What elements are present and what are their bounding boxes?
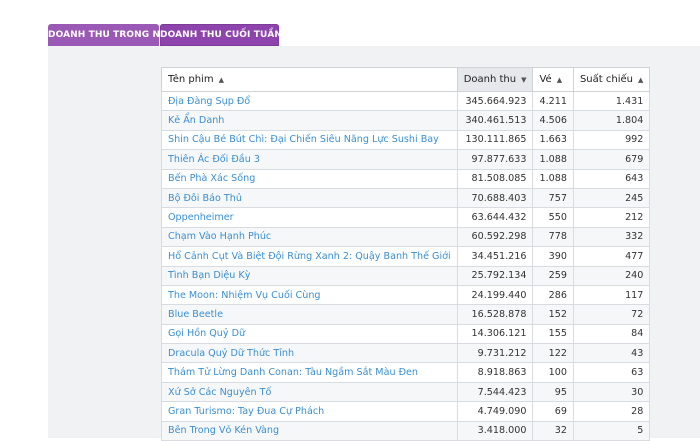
- revenue-table: Tên phim ▲ Doanh thu ▼ Vé ▲ Suất chiếu ▲ Địa…: [161, 67, 651, 441]
- tickets-cell: 390: [532, 246, 574, 267]
- table-row: Thám Tử Lừng Danh Conan: Tàu Ngầm Sắt Mà…: [161, 362, 651, 383]
- column-header-title[interactable]: Tên phim ▲: [161, 67, 458, 92]
- tickets-cell: 4.211: [532, 90, 574, 112]
- column-header-showtimes[interactable]: Suất chiếu ▲: [572, 67, 651, 92]
- revenue-cell: 8.918.863: [456, 362, 534, 383]
- revenue-cell: 340.461.513: [456, 110, 534, 131]
- movie-title-link[interactable]: The Moon: Nhiệm Vụ Cuối Cùng: [161, 284, 458, 306]
- sort-asc-icon: ▲: [637, 76, 644, 84]
- showtimes-cell: 240: [572, 265, 651, 286]
- table-row: Xứ Sở Các Nguyên Tố 7.544.423 95 30: [161, 381, 651, 403]
- movie-title-link[interactable]: Kẻ Ẩn Danh: [161, 110, 458, 131]
- sort-asc-icon: ▲: [218, 76, 224, 84]
- tickets-cell: 100: [532, 362, 574, 383]
- table-body: Địa Đàng Sụp Đổ 345.664.923 4.211 1.431 Kẻ Ẩ…: [161, 90, 651, 441]
- revenue-cell: 4.749.090: [456, 401, 534, 422]
- table-row: Thiên Ác Đối Đầu 3 97.877.633 1.088 679: [161, 149, 651, 170]
- tab-bar: DOANH THU TRONG NGÀY DOANH THU CUỐI TUẦN: [48, 24, 282, 46]
- revenue-cell: 25.792.134: [456, 265, 534, 286]
- revenue-cell: 9.731.212: [456, 343, 534, 364]
- table-row: Kẻ Ẩn Danh 340.461.513 4.506 1.804: [161, 110, 651, 131]
- table-row: Oppenheimer 63.644.432 550 212: [161, 207, 651, 228]
- revenue-cell: 345.664.923: [456, 90, 534, 112]
- movie-title-link[interactable]: Tình Bạn Diệu Kỳ: [161, 265, 458, 286]
- showtimes-cell: 28: [572, 401, 651, 422]
- showtimes-cell: 1.431: [572, 90, 651, 112]
- revenue-cell: 130.111.865: [456, 129, 534, 151]
- movie-title-link[interactable]: Chạm Vào Hạnh Phúc: [161, 226, 458, 248]
- revenue-cell: 97.877.633: [456, 149, 534, 170]
- revenue-cell: 63.644.432: [456, 207, 534, 228]
- sort-asc-icon: ▲: [556, 76, 563, 84]
- showtimes-cell: 679: [572, 149, 651, 170]
- tickets-cell: 259: [532, 265, 574, 286]
- table-row: Chạm Vào Hạnh Phúc 60.592.298 778 332: [161, 226, 651, 248]
- showtimes-cell: 643: [572, 168, 651, 189]
- movie-title-link[interactable]: Oppenheimer: [161, 207, 458, 228]
- tickets-cell: 155: [532, 323, 574, 345]
- revenue-cell: 34.451.216: [456, 246, 534, 267]
- movie-title-link[interactable]: Bộ Đôi Báo Thủ: [161, 187, 458, 209]
- movie-title-link[interactable]: Dracula Quỷ Dữ Thức Tỉnh: [161, 343, 458, 364]
- table-row: Gọi Hồn Quỷ Dữ 14.306.121 155 84: [161, 323, 651, 345]
- revenue-cell: 14.306.121: [456, 323, 534, 345]
- showtimes-cell: 245: [572, 187, 651, 209]
- movie-title-link[interactable]: Xứ Sở Các Nguyên Tố: [161, 381, 458, 403]
- movie-title-link[interactable]: Địa Đàng Sụp Đổ: [161, 90, 458, 112]
- revenue-cell: 70.688.403: [456, 187, 534, 209]
- tickets-cell: 757: [532, 187, 574, 209]
- table-row: Tình Bạn Diệu Kỳ 25.792.134 259 240: [161, 265, 651, 286]
- movie-title-link[interactable]: Shin Cậu Bé Bút Chì: Đại Chiến Siêu Năng…: [161, 129, 458, 151]
- tab-daily-revenue[interactable]: DOANH THU TRONG NGÀY: [48, 24, 180, 46]
- showtimes-cell: 72: [572, 304, 651, 325]
- showtimes-cell: 30: [572, 381, 651, 403]
- tickets-cell: 4.506: [532, 110, 574, 131]
- tickets-cell: 1.088: [532, 149, 574, 170]
- tab-weekend-revenue[interactable]: DOANH THU CUỐI TUẦN: [160, 24, 282, 46]
- movie-title-link[interactable]: Bến Phà Xác Sống: [161, 168, 458, 189]
- tickets-cell: 286: [532, 284, 574, 306]
- table-row: The Moon: Nhiệm Vụ Cuối Cùng 24.199.440 28…: [161, 284, 651, 306]
- table-row: Blue Beetle 16.528.878 152 72: [161, 304, 651, 325]
- revenue-cell: 7.544.423: [456, 381, 534, 403]
- column-header-tickets[interactable]: Vé ▲: [532, 67, 574, 92]
- table-row: Dracula Quỷ Dữ Thức Tỉnh 9.731.212 122 43: [161, 343, 651, 364]
- showtimes-cell: 84: [572, 323, 651, 345]
- revenue-cell: 60.592.298: [456, 226, 534, 248]
- showtimes-cell: 43: [572, 343, 651, 364]
- table-row: Gran Turismo: Tay Đua Cự Phách 4.749.090 6…: [161, 401, 651, 422]
- table-header-row: Tên phim ▲ Doanh thu ▼ Vé ▲ Suất chiếu ▲: [161, 67, 651, 92]
- table-row: Shin Cậu Bé Bút Chì: Đại Chiến Siêu Năng…: [161, 129, 651, 151]
- revenue-cell: 81.508.085: [456, 168, 534, 189]
- showtimes-cell: 117: [572, 284, 651, 306]
- sort-desc-icon: ▼: [521, 76, 527, 84]
- table-row: Hổ Cảnh Cụt Và Biệt Đội Rừng Xanh 2: Quậ…: [161, 246, 651, 267]
- showtimes-cell: 1.804: [572, 110, 651, 131]
- tickets-cell: 1.088: [532, 168, 574, 189]
- showtimes-cell: 477: [572, 246, 651, 267]
- movie-title-link[interactable]: Thám Tử Lừng Danh Conan: Tàu Ngầm Sắt Mà…: [161, 362, 458, 383]
- revenue-cell: 24.199.440: [456, 284, 534, 306]
- tickets-cell: 152: [532, 304, 574, 325]
- showtimes-cell: 212: [572, 207, 651, 228]
- tickets-cell: 778: [532, 226, 574, 248]
- column-header-revenue[interactable]: Doanh thu ▼: [456, 67, 534, 92]
- tickets-cell: 95: [532, 381, 574, 403]
- tickets-cell: 122: [532, 343, 574, 364]
- tickets-cell: 69: [532, 401, 574, 422]
- table-row: Địa Đàng Sụp Đổ 345.664.923 4.211 1.431: [161, 90, 651, 112]
- table-row: Bộ Đôi Báo Thủ 70.688.403 757 245: [161, 187, 651, 209]
- movie-title-link[interactable]: Hổ Cảnh Cụt Và Biệt Đội Rừng Xanh 2: Quậ…: [161, 246, 458, 267]
- movie-title-link[interactable]: Blue Beetle: [161, 304, 458, 325]
- movie-title-link[interactable]: Thiên Ác Đối Đầu 3: [161, 149, 458, 170]
- movie-title-link[interactable]: Gran Turismo: Tay Đua Cự Phách: [161, 401, 458, 422]
- table-row: Bến Phà Xác Sống 81.508.085 1.088 643: [161, 168, 651, 189]
- movie-title-link[interactable]: Gọi Hồn Quỷ Dữ: [161, 323, 458, 345]
- showtimes-cell: 332: [572, 226, 651, 248]
- tickets-cell: 1.663: [532, 129, 574, 151]
- tickets-cell: 550: [532, 207, 574, 228]
- showtimes-cell: 63: [572, 362, 651, 383]
- showtimes-cell: 992: [572, 129, 651, 151]
- revenue-cell: 16.528.878: [456, 304, 534, 325]
